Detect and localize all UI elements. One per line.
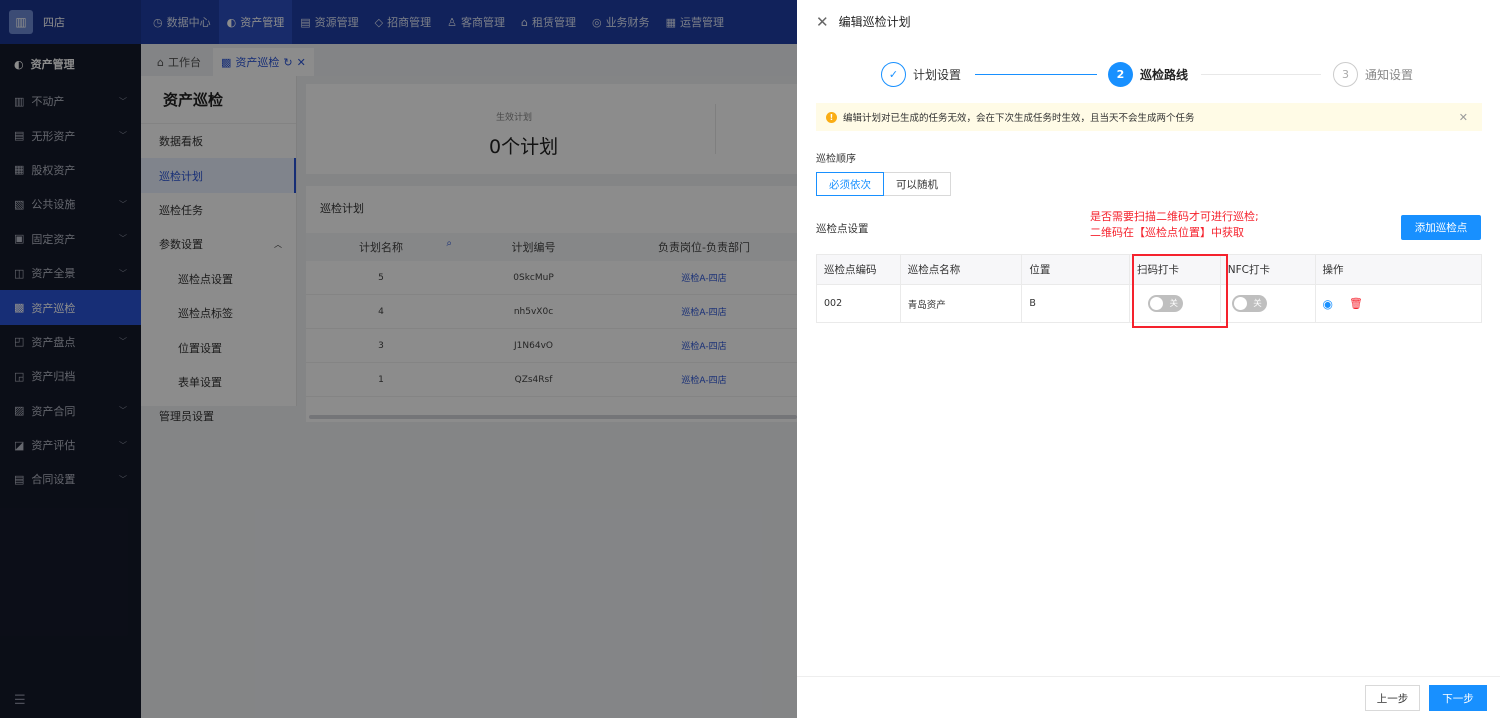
column-header: 位置 (1022, 255, 1131, 284)
trash-icon[interactable]: 🗑 (1349, 297, 1363, 310)
previous-step-button[interactable]: 上一步 (1365, 685, 1420, 711)
order-option-sequential[interactable]: 必须依次 (816, 172, 884, 196)
cell-actions: ◉ 🗑 (1316, 285, 1481, 322)
step-inspection-route[interactable]: 2 巡检路线 (1108, 62, 1188, 87)
cell-scan-checkin: 关 (1130, 285, 1221, 322)
column-header: 巡检点名称 (901, 255, 1023, 284)
step-notification-settings[interactable]: 3 通知设置 (1333, 62, 1413, 87)
nfc-checkin-toggle[interactable]: 关 (1231, 295, 1267, 312)
close-icon[interactable]: ✕ (816, 13, 829, 31)
column-header: 巡检点编码 (817, 255, 901, 284)
order-option-random[interactable]: 可以随机 (884, 172, 951, 196)
step-plan-settings[interactable]: ✓ 计划设置 (881, 62, 961, 87)
cell-nfc-checkin: 关 (1221, 285, 1316, 322)
toggle-knob (1150, 297, 1164, 310)
point-settings-label: 巡检点设置 (816, 223, 869, 235)
order-segmented-control: 必须依次 可以随机 (816, 172, 951, 196)
next-step-button[interactable]: 下一步 (1429, 685, 1487, 711)
step-label: 巡检路线 (1140, 68, 1189, 82)
table-row: 002 青岛资产 B 关 关 ◉ 🗑 (816, 285, 1482, 323)
modal-overlay[interactable] (0, 0, 797, 718)
steps: ✓ 计划设置 2 巡检路线 3 通知设置 (881, 62, 1431, 88)
edit-plan-drawer: ✕ 编辑巡检计划 ✓ 计划设置 2 巡检路线 3 通知设置 ! 编辑计划对已生成… (797, 0, 1500, 718)
step-number: 2 (1108, 62, 1133, 87)
scan-checkin-toggle[interactable]: 关 (1148, 295, 1184, 312)
eye-icon[interactable]: ◉ (1323, 297, 1333, 311)
step-connector (1201, 74, 1321, 75)
add-point-button[interactable]: 添加巡检点 (1401, 215, 1481, 240)
drawer-footer: 上一步 下一步 (797, 676, 1500, 718)
column-header: NFC打卡 (1221, 255, 1316, 284)
warning-icon: ! (826, 111, 837, 123)
alert-text: 编辑计划对已生成的任务无效，会在下次生成任务时生效，且当天不会生成两个任务 (843, 113, 1195, 124)
points-table-header: 巡检点编码 巡检点名称 位置 扫码打卡 NFC打卡 操作 (816, 254, 1482, 285)
cell-point-name: 青岛资产 (901, 285, 1023, 322)
column-header: 扫码打卡 (1130, 255, 1221, 284)
annotation-line: 是否需要扫描二维码才可进行巡检; (1090, 210, 1259, 223)
warning-alert: ! 编辑计划对已生成的任务无效，会在下次生成任务时生效，且当天不会生成两个任务 … (816, 103, 1482, 131)
annotation-line: 二维码在【巡检点位置】中获取 (1090, 226, 1244, 239)
drawer-header: ✕ 编辑巡检计划 (797, 0, 1500, 43)
step-label: 通知设置 (1365, 68, 1414, 82)
close-icon[interactable]: ✕ (1459, 111, 1468, 124)
step-label: 计划设置 (913, 68, 962, 82)
order-label: 巡检顺序 (816, 154, 856, 165)
cell-location: B (1022, 285, 1131, 322)
points-table: 巡检点编码 巡检点名称 位置 扫码打卡 NFC打卡 操作 002 青岛资产 B … (816, 254, 1482, 323)
check-icon: ✓ (881, 62, 906, 87)
toggle-label: 关 (1253, 299, 1262, 309)
column-header: 操作 (1322, 264, 1344, 276)
toggle-label: 关 (1169, 299, 1179, 309)
step-number: 3 (1333, 62, 1358, 87)
annotation-note: 是否需要扫描二维码才可进行巡检; 二维码在【巡检点位置】中获取 (1090, 209, 1259, 241)
step-connector (975, 74, 1097, 75)
toggle-knob (1233, 297, 1247, 310)
drawer-title: 编辑巡检计划 (838, 15, 911, 29)
cell-point-code: 002 (817, 285, 901, 322)
